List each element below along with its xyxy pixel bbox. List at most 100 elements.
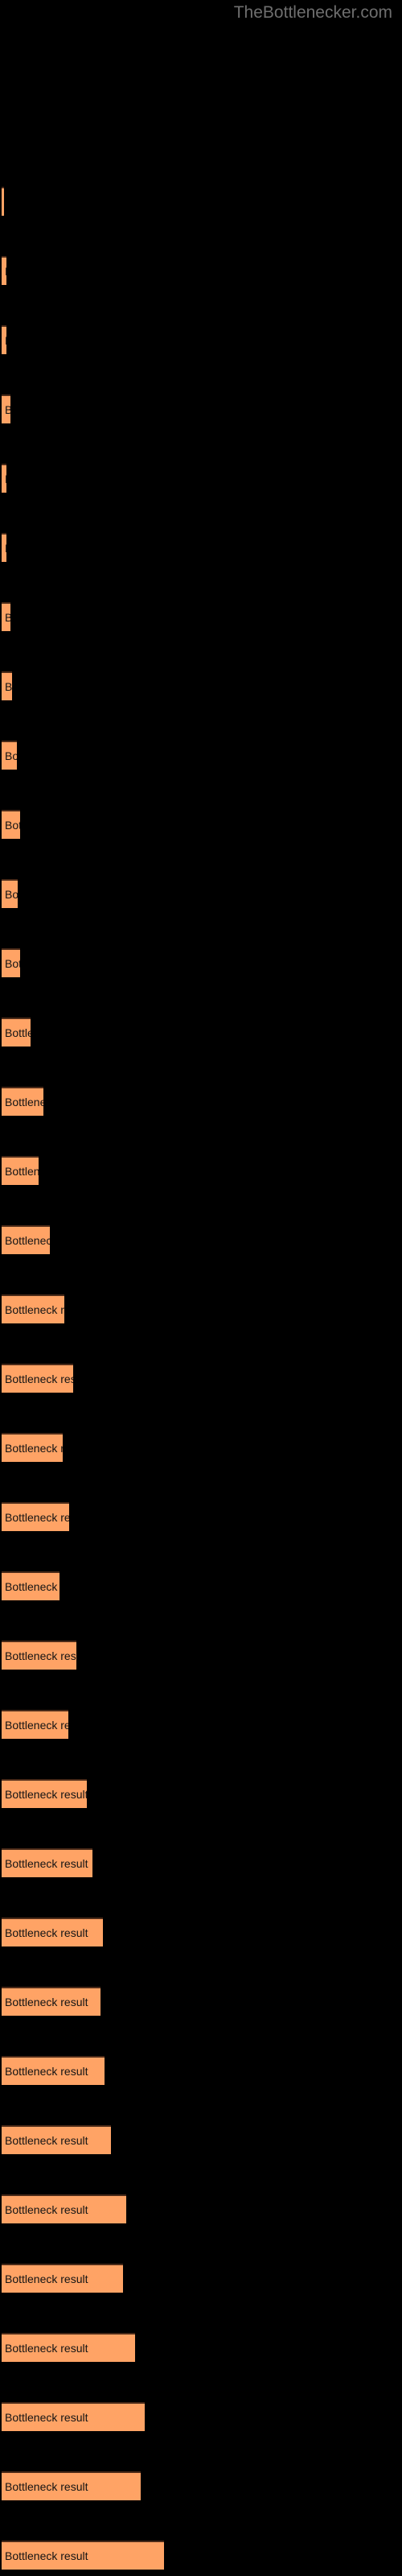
bar: Bottleneck result <box>2 256 6 285</box>
bar-label: Bottleneck result <box>5 1926 88 1939</box>
bar: Bottleneck result <box>2 1987 100 2016</box>
bar: Bottleneck result <box>2 2402 145 2431</box>
bar-label: Bottleneck result <box>5 2134 88 2147</box>
bar-label: Bottleneck result <box>5 1096 43 1108</box>
bar-label: Bottleneck result <box>5 473 6 485</box>
bar-row: Bottleneck result <box>2 671 12 700</box>
bar-row: Bottleneck result <box>2 533 6 562</box>
bar-row: Bottleneck result <box>2 1779 87 1808</box>
bar: Bottleneck result <box>2 1364 73 1393</box>
bar-row: Bottleneck result <box>2 2333 135 2362</box>
bar: Bottleneck result <box>2 741 17 770</box>
bar-row: Bottleneck result <box>2 1987 100 2016</box>
bar-row: Bottleneck result <box>2 2056 105 2085</box>
bar: Bottleneck result <box>2 1710 68 1739</box>
bar-label: Bottleneck result <box>5 1303 64 1316</box>
bar-label: Bottleneck result <box>5 2342 88 2355</box>
bar-label: Bottleneck result <box>5 680 12 693</box>
bar-row: Bottleneck result <box>2 1502 69 1531</box>
bar-label: Bottleneck result <box>5 611 10 624</box>
bar: Bottleneck result <box>2 602 10 631</box>
bar-label: Bottleneck result <box>5 1649 76 1662</box>
bar: Bottleneck result <box>2 1225 50 1254</box>
bar-label: Bottleneck result <box>5 1026 31 1039</box>
bar: Bottleneck result <box>2 879 18 908</box>
bar-row: Bottleneck result <box>2 325 6 354</box>
bar-label: Bottleneck result <box>5 1719 68 1732</box>
bar-label: Bottleneck result <box>5 334 6 347</box>
bar-row: Bottleneck result <box>2 2264 123 2293</box>
bar-row: Bottleneck result <box>2 1848 92 1877</box>
bar-row: Bottleneck result <box>2 879 18 908</box>
bar-label: Bottleneck result <box>5 265 6 278</box>
bar-row: Bottleneck result <box>2 2402 145 2431</box>
bar: Bottleneck result <box>2 1156 39 1185</box>
bar-row: Bottleneck result <box>2 1710 68 1739</box>
bar-row: Bottleneck result <box>2 2125 111 2154</box>
bar-row: Bottleneck result <box>2 1571 59 1600</box>
bar-row: Bottleneck result <box>2 1018 31 1046</box>
bar-row: Bottleneck result <box>2 948 20 977</box>
bar-row: Bottleneck result <box>2 810 20 839</box>
bar-row: Bottleneck result <box>2 741 17 770</box>
bar: Bottleneck result <box>2 2125 111 2154</box>
bar-label: Bottleneck result <box>5 1996 88 2008</box>
bar-label: Bottleneck result <box>5 1857 88 1870</box>
bar-label: Bottleneck result <box>5 1165 39 1178</box>
bar-row: Bottleneck result <box>2 1641 76 1670</box>
bar: Bottleneck result <box>2 1018 31 1046</box>
bar-label: Bottleneck result <box>5 542 6 555</box>
bar: Bottleneck result <box>2 464 6 493</box>
bar-row: Bottleneck result <box>2 1433 63 1462</box>
bar: Bottleneck result <box>2 2194 126 2223</box>
bar-label: Bottleneck result <box>5 2549 88 2562</box>
bar: Bottleneck result <box>2 2333 135 2362</box>
bar-row: Bottleneck result <box>2 2471 141 2500</box>
bar: Bottleneck result <box>2 1571 59 1600</box>
bar-label: Bottleneck result <box>5 2203 88 2216</box>
bar-label: Bottleneck result <box>5 1788 87 1801</box>
bar: Bottleneck result <box>2 1848 92 1877</box>
bar: Bottleneck result <box>2 1779 87 1808</box>
bar-label: Bottleneck result <box>5 1234 50 1247</box>
bar-label: Bottleneck result <box>5 2480 88 2493</box>
bar-row: Bottleneck result <box>2 1918 103 1946</box>
bar: Bottleneck result <box>2 187 4 216</box>
bar-label: Bottleneck result <box>5 749 17 762</box>
bar: Bottleneck result <box>2 1502 69 1531</box>
bar: Bottleneck result <box>2 2264 123 2293</box>
bar: Bottleneck result <box>2 1433 63 1462</box>
bar-row: Bottleneck result <box>2 2541 164 2570</box>
bar-label: Bottleneck result <box>5 2065 88 2078</box>
bar-label: Bottleneck result <box>5 957 20 970</box>
bar: Bottleneck result <box>2 810 20 839</box>
bar: Bottleneck result <box>2 1087 43 1116</box>
bar-label: Bottleneck result <box>5 819 20 832</box>
bar-row: Bottleneck result <box>2 187 4 216</box>
bar: Bottleneck result <box>2 2471 141 2500</box>
bar-label: Bottleneck result <box>5 2273 88 2285</box>
bar: Bottleneck result <box>2 2541 164 2570</box>
bar: Bottleneck result <box>2 948 20 977</box>
bar-label: Bottleneck result <box>5 1442 63 1455</box>
bar: Bottleneck result <box>2 2056 105 2085</box>
bar-label: Bottleneck result <box>5 888 18 901</box>
bar: Bottleneck result <box>2 671 12 700</box>
bar-label: Bottleneck result <box>5 2411 88 2424</box>
bar-row: Bottleneck result <box>2 394 10 423</box>
page-root: TheBottlenecker.com Bottleneck resultBot… <box>0 0 402 2576</box>
bar-row: Bottleneck result <box>2 1294 64 1323</box>
bar-row: Bottleneck result <box>2 256 6 285</box>
bar: Bottleneck result <box>2 1918 103 1946</box>
bar-label: Bottleneck result <box>5 1580 59 1593</box>
bar-row: Bottleneck result <box>2 464 6 493</box>
bar-row: Bottleneck result <box>2 1225 50 1254</box>
bar: Bottleneck result <box>2 394 10 423</box>
bar: Bottleneck result <box>2 1294 64 1323</box>
bar-row: Bottleneck result <box>2 1087 43 1116</box>
bar: Bottleneck result <box>2 1641 76 1670</box>
bar-label: Bottleneck result <box>5 1373 73 1385</box>
bar-row: Bottleneck result <box>2 1156 39 1185</box>
bar: Bottleneck result <box>2 533 6 562</box>
bar-label: Bottleneck result <box>5 1511 69 1524</box>
